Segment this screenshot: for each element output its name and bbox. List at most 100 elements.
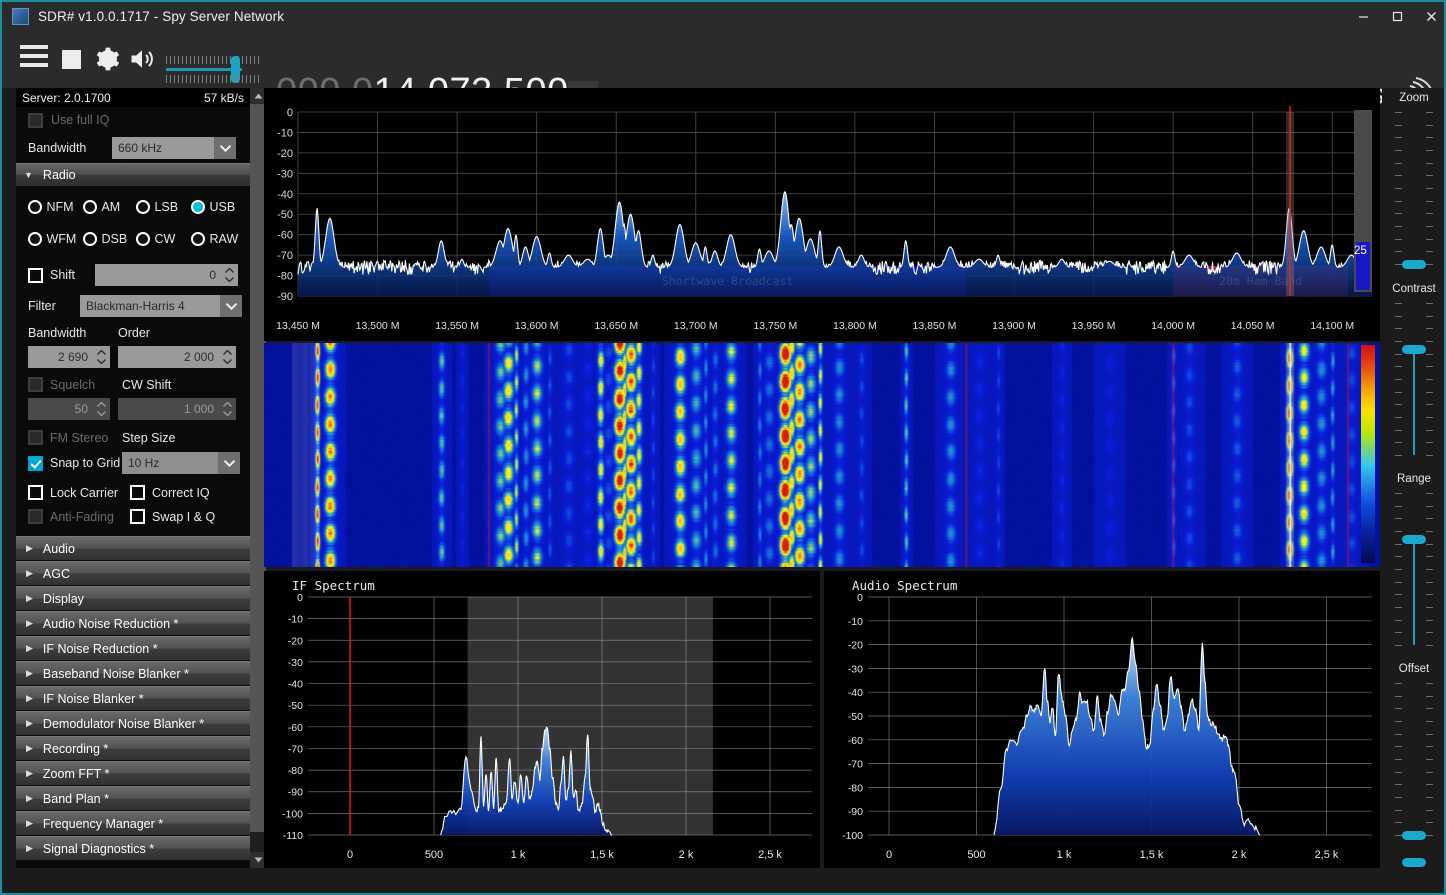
- antifade-swap-row: Anti-Fading Swap I & Q: [16, 500, 252, 524]
- chevron-down-icon[interactable]: [220, 295, 242, 317]
- slider-track-range[interactable]: [1413, 543, 1415, 645]
- step-size-select[interactable]: 10 Hz: [122, 452, 240, 474]
- bandwidth-input[interactable]: 2 690: [28, 346, 110, 368]
- cw-label: CW: [154, 232, 175, 246]
- svg-text:-90: -90: [277, 291, 293, 303]
- svg-text:14,100 M: 14,100 M: [1310, 320, 1354, 332]
- panel-row-demodulator-noise-blanker[interactable]: ▶Demodulator Noise Blanker *: [16, 711, 252, 735]
- slider-knob-range[interactable]: [1402, 535, 1426, 544]
- panel-row-if-noise-reduction[interactable]: ▶IF Noise Reduction *: [16, 636, 252, 660]
- panel-row-signal-diagnostics[interactable]: ▶Signal Diagnostics *: [16, 836, 252, 860]
- if-spectrum-panel[interactable]: IF Spectrum 0-10-20-30-40-50-60-70-80-90…: [264, 571, 820, 868]
- wfm-radio[interactable]: [28, 232, 42, 246]
- usb-radio[interactable]: [191, 200, 205, 214]
- order-input[interactable]: 2 000: [118, 346, 236, 368]
- panel-row-frequency-manager[interactable]: ▶Frequency Manager *: [16, 811, 252, 835]
- mode-option-nfm[interactable]: NFM: [28, 198, 83, 216]
- stop-icon[interactable]: [58, 46, 84, 72]
- mode-option-am[interactable]: AM: [83, 198, 136, 216]
- radio-group-header[interactable]: ▼ Radio: [16, 163, 252, 186]
- slider-label-offset: Offset: [1382, 663, 1446, 675]
- slider-track-contrast[interactable]: [1413, 353, 1415, 455]
- cw-shift-stepper[interactable]: [220, 400, 234, 418]
- panel-row-baseband-noise-blanker[interactable]: ▶Baseband Noise Blanker *: [16, 661, 252, 685]
- use-full-iq-checkbox[interactable]: [28, 113, 43, 128]
- panel-row-zoom-fft[interactable]: ▶Zoom FFT *: [16, 761, 252, 785]
- panel-row-if-noise-blanker[interactable]: ▶IF Noise Blanker *: [16, 686, 252, 710]
- title-bar: SDR# v1.0.0.1717 - Spy Server Network: [2, 0, 1446, 31]
- panel-row-label: Audio Noise Reduction *: [43, 617, 179, 631]
- mode-option-lsb[interactable]: LSB: [136, 198, 191, 216]
- wfm-label: WFM: [46, 232, 76, 246]
- audio-spectrum-panel[interactable]: Audio Spectrum 0-10-20-30-40-50-60-70-80…: [824, 571, 1380, 868]
- snap-to-grid-label: Snap to Grid: [50, 456, 122, 470]
- shift-stepper[interactable]: [222, 266, 236, 284]
- squelch-input[interactable]: 50: [28, 398, 110, 420]
- mode-option-wfm[interactable]: WFM: [28, 230, 83, 248]
- fm-stereo-checkbox[interactable]: [28, 430, 43, 445]
- panel-row-band-plan[interactable]: ▶Band Plan *: [16, 786, 252, 810]
- am-radio[interactable]: [83, 200, 97, 214]
- mode-option-usb[interactable]: USB: [191, 198, 235, 216]
- anti-fading-checkbox[interactable]: [28, 509, 43, 524]
- minimize-button[interactable]: [1346, 1, 1380, 32]
- nfm-radio[interactable]: [28, 200, 42, 214]
- use-full-iq-row[interactable]: Use full IQ: [16, 107, 252, 133]
- cw-shift-input[interactable]: 1 000: [118, 398, 236, 420]
- svg-text:2 k: 2 k: [679, 849, 694, 861]
- raw-radio[interactable]: [191, 232, 205, 246]
- mode-option-cw[interactable]: CW: [136, 230, 191, 248]
- chevron-right-icon: ▶: [26, 643, 33, 654]
- shift-input[interactable]: 0: [95, 264, 238, 286]
- shift-checkbox[interactable]: [28, 268, 43, 283]
- waterfall-display[interactable]: [264, 343, 1380, 567]
- panel-row-recording[interactable]: ▶Recording *: [16, 736, 252, 760]
- bandwidth-stepper[interactable]: [94, 348, 108, 366]
- svg-text:13,500 M: 13,500 M: [356, 320, 400, 332]
- step-size-label: Step Size: [122, 431, 176, 445]
- svg-text:-70: -70: [848, 759, 863, 771]
- panel-row-audio-noise-reduction[interactable]: ▶Audio Noise Reduction *: [16, 611, 252, 635]
- maximize-button[interactable]: [1380, 1, 1414, 32]
- window-controls: [1346, 1, 1446, 32]
- slider-label-contrast: Contrast: [1382, 283, 1446, 295]
- svg-text:-50: -50: [277, 209, 293, 221]
- gear-icon[interactable]: [93, 45, 121, 78]
- slider-knob-offset-bottom[interactable]: [1402, 858, 1426, 867]
- volume-slider[interactable]: [166, 67, 262, 72]
- panel-row-label: Audio: [43, 542, 75, 556]
- cw-radio[interactable]: [136, 232, 150, 246]
- filter-select[interactable]: Blackman-Harris 4: [80, 295, 242, 317]
- shift-row: Shift 0: [16, 258, 252, 292]
- bandwidth-value: 660 kHz: [118, 141, 162, 155]
- swap-iq-checkbox[interactable]: [130, 509, 145, 524]
- rf-spectrum-display[interactable]: 0-10-20-30-40-50-60-70-80-9013,450 M13,5…: [264, 88, 1380, 341]
- lock-carrier-checkbox[interactable]: [28, 485, 43, 500]
- dsb-radio[interactable]: [83, 232, 97, 246]
- slider-knob-zoom[interactable]: [1402, 260, 1426, 269]
- speaker-icon[interactable]: [128, 45, 156, 78]
- close-button[interactable]: [1414, 1, 1446, 32]
- order-stepper[interactable]: [220, 348, 234, 366]
- snap-to-grid-checkbox[interactable]: [28, 456, 43, 471]
- mode-option-dsb[interactable]: DSB: [83, 230, 136, 248]
- bandwidth-order-labels: Bandwidth Order: [16, 320, 252, 340]
- chevron-down-icon[interactable]: [214, 137, 236, 159]
- panel-row-audio[interactable]: ▶Audio: [16, 536, 252, 560]
- squelch-stepper[interactable]: [94, 400, 108, 418]
- slider-knob-offset[interactable]: [1402, 831, 1426, 840]
- panel-row-agc[interactable]: ▶AGC: [16, 561, 252, 585]
- bandwidth-field-label: Bandwidth: [28, 326, 118, 340]
- mode-selector: NFM AM LSB USB: [16, 187, 252, 248]
- lsb-radio[interactable]: [136, 200, 150, 214]
- correct-iq-checkbox[interactable]: [130, 485, 145, 500]
- hamburger-menu-icon[interactable]: [20, 45, 48, 73]
- mode-option-raw[interactable]: RAW: [191, 230, 238, 248]
- bandwidth-select[interactable]: 660 kHz: [112, 137, 236, 159]
- squelch-checkbox[interactable]: [28, 377, 43, 392]
- slider-knob-contrast[interactable]: [1402, 345, 1426, 354]
- dsb-label: DSB: [101, 232, 127, 246]
- panel-row-display[interactable]: ▶Display: [16, 586, 252, 610]
- chevron-down-icon[interactable]: [218, 452, 240, 474]
- server-version: Server: 2.0.1700: [22, 91, 111, 105]
